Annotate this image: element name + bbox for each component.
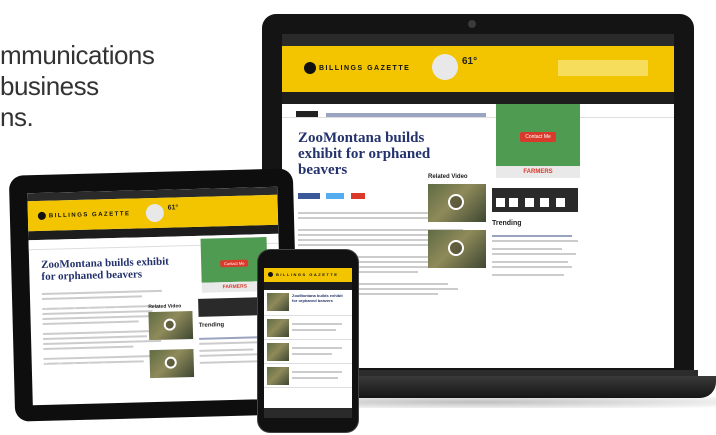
phone-nav[interactable] xyxy=(264,282,352,290)
tablet-video-thumb-2[interactable] xyxy=(149,349,195,379)
headline-line-1: mmunications xyxy=(0,40,155,70)
ad-brand: FARMERS xyxy=(496,166,580,178)
site-top-bar xyxy=(282,34,674,46)
phone-thumb-1[interactable] xyxy=(267,293,289,311)
related-video-thumb-1[interactable] xyxy=(428,184,486,222)
phone-thumb-2[interactable] xyxy=(267,319,289,337)
tablet-ad-button[interactable]: Contact Me xyxy=(219,259,249,268)
tablet-logo: BILLINGS GAZETTE xyxy=(37,210,131,221)
play-icon xyxy=(448,194,464,210)
weather-icon xyxy=(432,54,458,80)
headline-line-3: ns. xyxy=(0,102,34,132)
site-temperature: 61° xyxy=(462,56,478,67)
weather-icon xyxy=(145,203,165,223)
breaking-bar xyxy=(282,104,674,118)
phone-logo: BILLINGS GAZETTE xyxy=(268,272,338,278)
site-nav[interactable] xyxy=(282,92,674,104)
phone-thumb-3[interactable] xyxy=(267,343,289,361)
tablet-video-thumb-1[interactable] xyxy=(148,311,194,341)
ad-banner[interactable]: Contact Me xyxy=(496,104,580,166)
site-logo: BILLINGS GAZETTE xyxy=(304,62,410,74)
phone-thumb-4[interactable] xyxy=(267,367,289,385)
related-video-thumb-2[interactable] xyxy=(428,230,486,268)
marketing-headline: mmunications business ns. xyxy=(0,40,190,133)
tablet-article-title[interactable]: ZooMontana builds exhibit for orphaned b… xyxy=(41,256,172,283)
trending-label: Trending xyxy=(492,220,522,227)
laptop-camera xyxy=(468,20,476,28)
tablet-trending-label: Trending xyxy=(198,322,225,329)
tablet-temperature: 61° xyxy=(167,204,179,212)
site-brand-bar: BILLINGS GAZETTE 61° xyxy=(282,46,674,92)
follow-bar xyxy=(492,188,578,212)
phone-website: BILLINGS GAZETTE ZooMontana builds exhib… xyxy=(264,268,352,418)
article-title[interactable]: ZooMontana builds exhibit for orphaned b… xyxy=(298,130,468,178)
phone-brand-bar: BILLINGS GAZETTE xyxy=(264,268,352,282)
tablet-website: BILLINGS GAZETTE 61° ZooMontana builds e… xyxy=(27,186,283,406)
search-input[interactable] xyxy=(558,60,648,76)
ad-contact-button[interactable]: Contact Me xyxy=(520,132,556,142)
play-icon xyxy=(448,240,464,256)
phone-bottom-bar[interactable] xyxy=(264,408,352,418)
tablet-related-video-label: Related Video xyxy=(148,303,182,311)
play-icon xyxy=(164,356,177,369)
play-icon xyxy=(163,318,176,331)
related-video-label: Related Video xyxy=(428,174,468,180)
phone-headline[interactable]: ZooMontana builds exhibit for orphaned b… xyxy=(292,293,348,303)
headline-line-2: business xyxy=(0,71,99,101)
